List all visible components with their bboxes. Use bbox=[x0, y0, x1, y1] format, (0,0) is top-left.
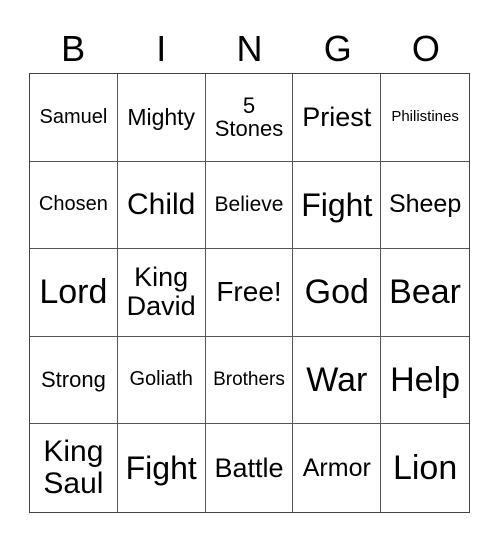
bingo-cell[interactable]: Brothers bbox=[205, 336, 294, 425]
bingo-cell[interactable]: Sheep bbox=[381, 162, 469, 250]
bingo-cell[interactable]: Strong bbox=[30, 336, 118, 425]
bingo-cell[interactable]: Fight bbox=[118, 424, 206, 512]
bingo-cell[interactable]: Help bbox=[381, 337, 469, 425]
header-letter-o: O bbox=[411, 28, 440, 69]
header-letter-n: N bbox=[236, 28, 263, 69]
bingo-cell[interactable]: Child bbox=[117, 161, 206, 250]
bingo-cell[interactable]: Bear bbox=[381, 249, 469, 337]
bingo-cell[interactable]: Goliath bbox=[117, 336, 206, 425]
bingo-cell[interactable]: Chosen bbox=[30, 161, 118, 250]
bingo-cell[interactable]: Lion bbox=[381, 424, 469, 512]
bingo-cell[interactable]: Philistines bbox=[381, 74, 469, 162]
bingo-cell[interactable]: Fight bbox=[293, 161, 382, 250]
bingo-cell[interactable]: King David bbox=[117, 249, 206, 337]
bingo-cell[interactable]: God bbox=[293, 249, 382, 337]
free-space[interactable]: Free! bbox=[205, 249, 294, 337]
bingo-cell[interactable]: Armor bbox=[293, 424, 382, 512]
bingo-cell[interactable]: Battle bbox=[206, 424, 294, 512]
header-letter-g: G bbox=[323, 28, 352, 69]
bingo-cell[interactable]: Mighty bbox=[117, 74, 206, 162]
bingo-cell[interactable]: Samuel bbox=[30, 74, 118, 162]
bingo-cell[interactable]: King Saul bbox=[30, 424, 118, 512]
bingo-cell[interactable]: Believe bbox=[205, 161, 294, 250]
bingo-cell[interactable]: 5 Stones bbox=[205, 74, 294, 162]
bingo-header: B I N G O bbox=[29, 26, 470, 72]
header-letter-b: B bbox=[61, 28, 86, 69]
bingo-cell[interactable]: Lord bbox=[30, 249, 118, 337]
header-letter-i: I bbox=[156, 28, 167, 69]
bingo-cell[interactable]: War bbox=[293, 336, 382, 425]
bingo-cell[interactable]: Priest bbox=[293, 74, 382, 162]
bingo-grid: Samuel Mighty 5 Stones Priest Philistine… bbox=[29, 73, 470, 513]
